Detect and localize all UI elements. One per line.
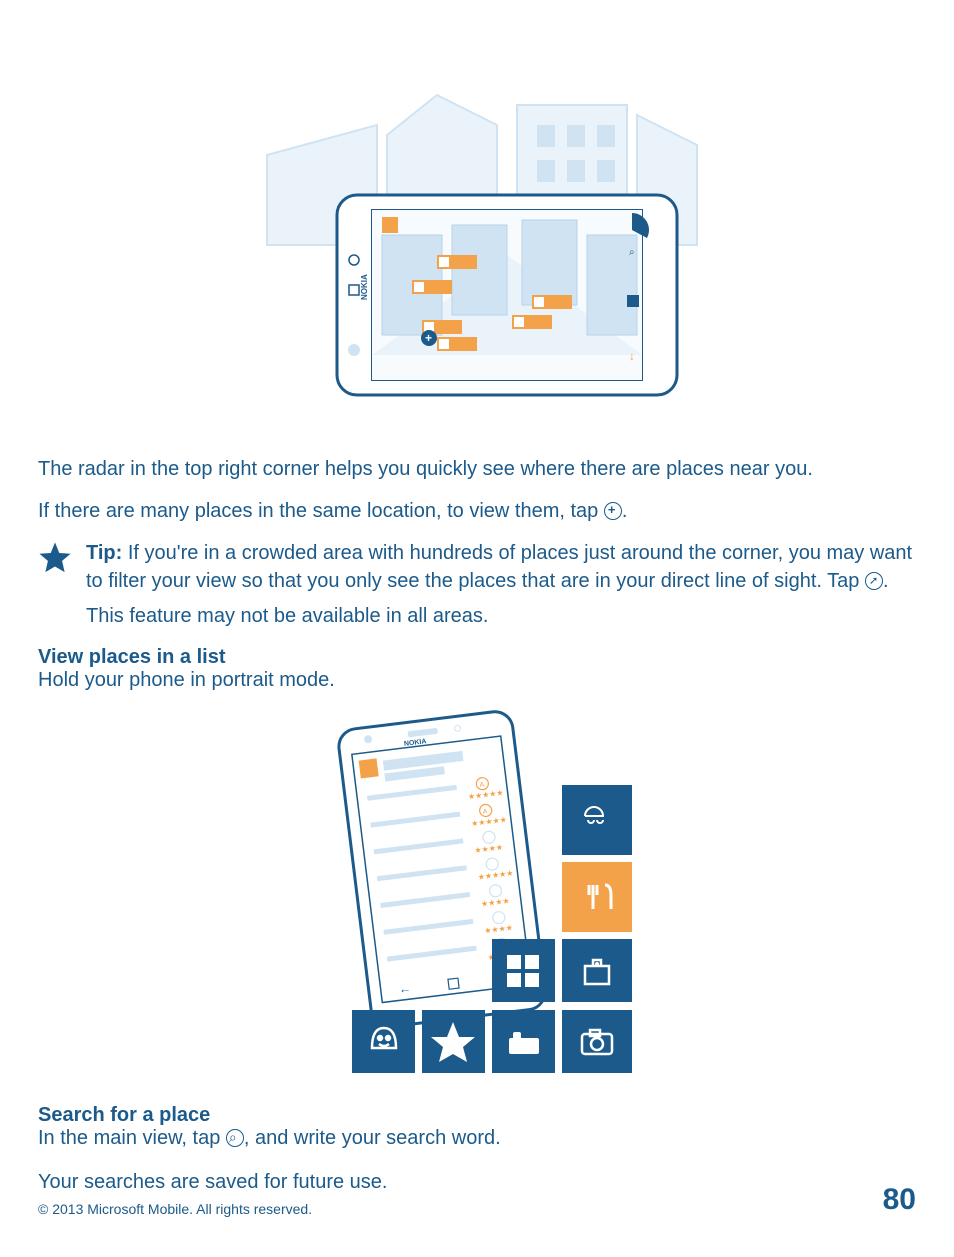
paragraph-many-places: If there are many places in the same loc… xyxy=(38,497,916,525)
svg-text:←: ← xyxy=(398,981,412,996)
plus-circle-icon xyxy=(604,502,622,520)
tip-text: Tip: If you're in a crowded area with hu… xyxy=(86,539,916,595)
nokia-brand: NOKIA xyxy=(360,274,369,300)
section-body-search-1: In the main view, tap , and write your s… xyxy=(38,1127,916,1150)
search-circle-icon xyxy=(226,1129,244,1147)
text-fragment: . xyxy=(622,500,628,522)
page-footer: © 2013 Microsoft Mobile. All rights rese… xyxy=(38,1183,916,1217)
svg-text:↓: ↓ xyxy=(629,349,635,363)
text-fragment: If there are many places in the same loc… xyxy=(38,500,604,522)
section-heading-search: Search for a place xyxy=(38,1104,916,1127)
svg-text:⌕: ⌕ xyxy=(629,247,635,258)
star-icon xyxy=(38,541,72,575)
text-fragment: , and write your search word. xyxy=(244,1127,501,1149)
text-fragment: . xyxy=(883,570,889,592)
page-number: 80 xyxy=(883,1183,916,1217)
paragraph-radar: The radar in the top right corner helps … xyxy=(38,455,916,483)
section-body-view-list: Hold your phone in portrait mode. xyxy=(38,669,916,692)
tip-label: Tip: xyxy=(86,542,122,564)
text-fragment: If you're in a crowded area with hundred… xyxy=(86,542,912,592)
filter-circle-icon xyxy=(865,572,883,590)
hero-illustration: NOKIA + ⌕ ↓ xyxy=(237,85,717,425)
tip-note: This feature may not be available in all… xyxy=(86,605,916,628)
copyright-text: © 2013 Microsoft Mobile. All rights rese… xyxy=(38,1201,312,1217)
section-heading-view-list: View places in a list xyxy=(38,646,916,669)
tip-callout: Tip: If you're in a crowded area with hu… xyxy=(38,539,916,595)
text-fragment: In the main view, tap xyxy=(38,1127,226,1149)
list-view-illustration: NOKIA A ★★★★★ A ★★★★★ ★★★★ ★★★★★ ★★★★ ★★… xyxy=(317,710,637,1080)
svg-text:+: + xyxy=(425,331,432,345)
